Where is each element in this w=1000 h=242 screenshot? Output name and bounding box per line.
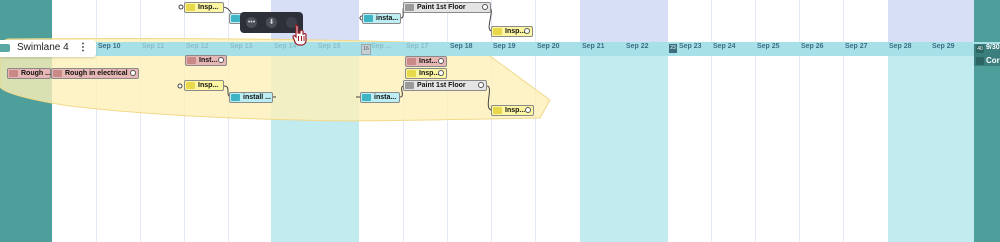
task-type-icon <box>364 15 373 22</box>
task-title: Insp... <box>505 107 526 114</box>
task-title: Insp... <box>198 4 219 11</box>
task-title: Paint 1st Floor <box>417 4 466 11</box>
task-title: insta... <box>374 94 397 101</box>
task-card-inspection[interactable]: Insp... <box>491 105 534 116</box>
task-card-inspection[interactable]: Insp... <box>491 26 533 37</box>
task-title: Rough in electrical <box>65 70 128 77</box>
task-title: Insp... <box>505 28 526 35</box>
task-handle-icon[interactable] <box>525 107 531 113</box>
task-card-inspection[interactable]: Insp... <box>405 68 447 79</box>
move-down-icon[interactable]: ⬇ <box>266 17 277 28</box>
task-type-icon <box>493 28 502 35</box>
task-type-icon <box>405 4 414 11</box>
task-handle-icon[interactable] <box>482 4 488 10</box>
task-title: install ... <box>243 94 272 101</box>
task-card-inspection[interactable]: Insp... <box>184 80 224 91</box>
task-type-icon <box>362 94 371 101</box>
task-handle-icon[interactable] <box>438 58 444 64</box>
task-title: Insp... <box>198 82 219 89</box>
task-handle-icon[interactable] <box>524 28 530 34</box>
task-card-paint[interactable]: Paint 1st Floor <box>403 2 491 13</box>
task-card-rough[interactable]: Rough ... <box>7 68 51 79</box>
task-type-icon <box>53 70 62 77</box>
more-options-icon[interactable]: ••• <box>246 17 257 28</box>
task-type-icon <box>231 94 240 101</box>
task-type-icon <box>231 15 240 22</box>
task-card-inst[interactable]: Inst... <box>405 56 447 67</box>
task-type-icon <box>186 4 195 11</box>
task-type-icon <box>493 107 502 114</box>
task-title: insta... <box>376 15 399 22</box>
task-card-inst[interactable]: Inst... <box>185 55 227 66</box>
task-card-install[interactable]: install ... <box>229 92 273 103</box>
task-handle-icon[interactable] <box>478 82 484 88</box>
task-title: Insp... <box>419 70 440 77</box>
task-type-icon <box>186 82 195 89</box>
task-card-install[interactable]: insta... <box>362 13 401 24</box>
task-type-icon <box>407 58 416 65</box>
pointer-hand-icon <box>292 24 307 46</box>
task-card-inspection[interactable]: Insp... <box>184 2 224 13</box>
task-type-icon <box>9 70 18 77</box>
task-card-paint[interactable]: Paint 1st Floor <box>403 80 487 91</box>
task-card-rough-electrical[interactable]: Rough in electrical <box>51 68 139 79</box>
task-type-icon <box>187 57 196 64</box>
task-type-icon <box>405 82 414 89</box>
task-handle-icon[interactable] <box>130 70 136 76</box>
task-title: Paint 1st Floor <box>417 82 466 89</box>
task-type-icon <box>407 70 416 77</box>
task-title: Inst... <box>419 58 438 65</box>
task-handle-icon[interactable] <box>438 70 444 76</box>
task-handle-icon[interactable] <box>218 57 224 63</box>
task-title: Inst... <box>199 57 218 64</box>
task-card-install[interactable]: insta... <box>360 92 400 103</box>
task-title: Rough ... <box>21 70 51 77</box>
